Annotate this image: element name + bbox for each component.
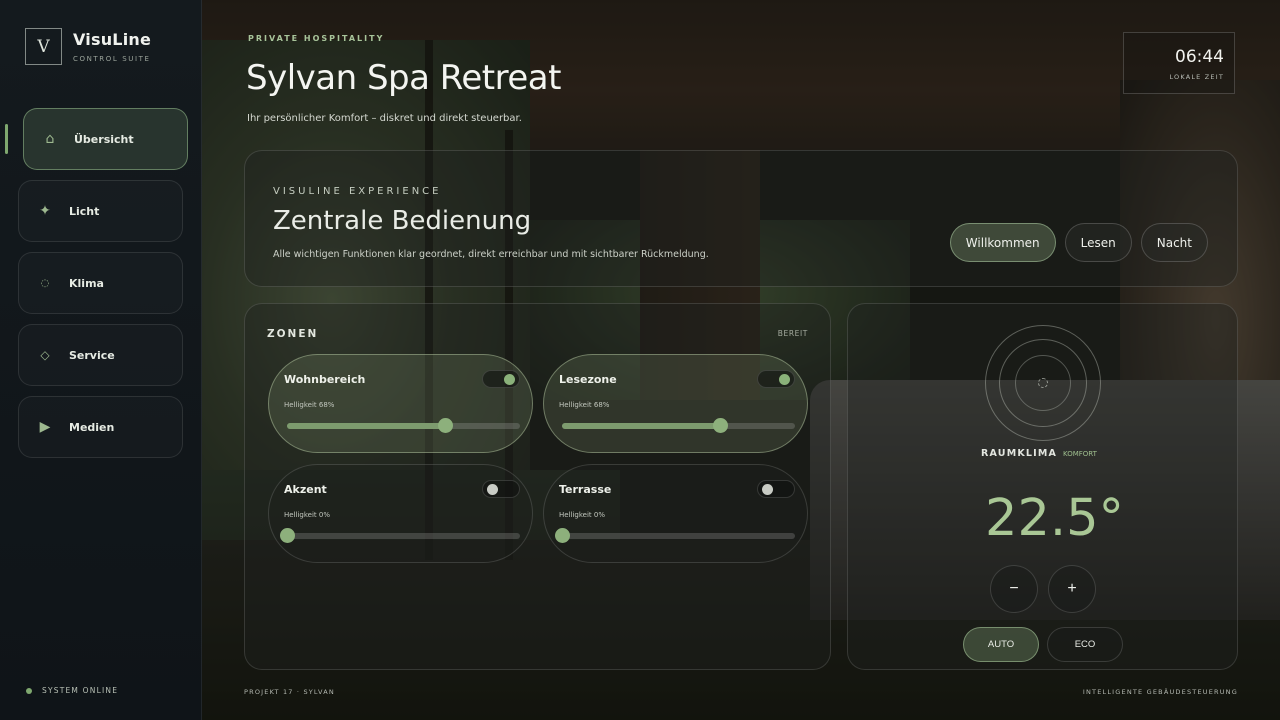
zone-card-terrasse: Terrasse Helligkeit 0% [543,464,808,563]
sidebar-item-label: Service [69,348,115,362]
dial-center-icon [1038,378,1048,388]
slider-thumb[interactable] [555,528,570,543]
slider-thumb[interactable] [438,418,454,433]
status-dot-icon [26,687,32,694]
page-subtitle: Ihr persönlicher Komfort – diskret und d… [247,113,522,124]
scene-nacht-button[interactable]: Nacht [1140,223,1208,262]
zone-card-lesezone: Lesezone Helligkeit 68% [543,354,808,453]
zone-toggle[interactable] [482,370,520,388]
sidebar-item-uebersicht[interactable]: ⌂ Übersicht [23,108,188,170]
sidebar-item-klima[interactable]: ◌ Klima [18,252,183,314]
climate-temperature: 22.5° [985,489,1125,548]
zone-name: Wohnbereich [284,373,366,386]
zone-name: Lesezone [559,373,617,386]
header-eyebrow: PRIVATE HOSPITALITY [248,34,385,43]
sidebar-item-medien[interactable]: ▶ Medien [18,396,183,458]
experience-eyebrow: VISULINE EXPERIENCE [273,186,442,197]
system-status: SYSTEM ONLINE [26,686,118,695]
sidebar-item-licht[interactable]: ✦ Licht [18,180,183,242]
zone-name: Terrasse [559,483,612,496]
home-icon: ⌂ [45,131,55,147]
brand-title: VisuLine [73,30,152,49]
zone-brightness-slider[interactable] [555,528,795,543]
temperature-decrease-button[interactable]: − [990,565,1038,613]
zone-name: Akzent [284,483,327,496]
experience-panel: VISULINE EXPERIENCE Zentrale Bedienung A… [244,150,1238,287]
climate-label: RAUMKLIMA [981,448,1058,459]
play-icon: ▶ [39,419,51,435]
zones-status: BEREIT [777,329,808,338]
sidebar-item-label: Licht [69,204,100,218]
mode-eco-button[interactable]: ECO [1047,627,1123,662]
zone-brightness-label: Helligkeit 0% [284,511,330,519]
zone-brightness-label: Helligkeit 68% [559,401,610,409]
sidebar-item-label: Klima [69,276,104,290]
zone-brightness-slider[interactable] [287,418,520,433]
zone-toggle[interactable] [757,480,795,498]
sidebar-item-label: Übersicht [74,132,134,146]
page-title: Sylvan Spa Retreat [246,58,561,98]
zone-card-wohnbereich: Wohnbereich Helligkeit 68% [268,354,533,453]
logo: V VisuLine CONTROL SUITE [25,28,151,65]
zones-title: ZONEN [267,328,319,340]
clock-time: 06:44 [1175,47,1224,67]
temperature-increase-button[interactable]: + [1048,565,1096,613]
sidebar-item-label: Medien [69,420,115,434]
experience-description: Alle wichtigen Funktionen klar geordnet,… [273,249,709,260]
sidebar: V VisuLine CONTROL SUITE ⌂ Übersicht ✦ L… [0,0,202,720]
system-status-text: SYSTEM ONLINE [42,686,119,695]
scene-lesen-button[interactable]: Lesen [1064,223,1132,262]
diamond-icon: ◇ [40,348,50,362]
climate-dial[interactable] [985,325,1101,441]
sidebar-nav: ⌂ Übersicht ✦ Licht ◌ Klima ◇ Service ▶ … [18,108,188,468]
zone-card-akzent: Akzent Helligkeit 0% [268,464,533,563]
climate-panel: RAUMKLIMA KOMFORT 22.5° − + AUTO ECO [847,303,1238,670]
circle-icon: ◌ [40,277,50,289]
zone-toggle[interactable] [482,480,520,498]
logo-mark: V [25,28,62,65]
zone-brightness-label: Helligkeit 68% [284,401,335,409]
brand-subtitle: CONTROL SUITE [73,55,151,63]
footer-tagline: INTELLIGENTE GEBÄUDESTEUERUNG [1082,688,1238,696]
zones-panel: ZONEN BEREIT Wohnbereich Helligkeit 68% … [244,303,831,670]
nav-active-indicator [5,124,8,154]
clock-label: LOKALE ZEIT [1169,73,1224,81]
experience-title: Zentrale Bedienung [273,206,532,236]
sparkle-icon: ✦ [39,203,51,219]
clock-widget: 06:44 LOKALE ZEIT [1123,32,1235,94]
slider-thumb[interactable] [280,528,295,543]
zone-brightness-label: Helligkeit 0% [559,511,605,519]
slider-thumb[interactable] [713,418,729,433]
zone-brightness-slider[interactable] [562,418,795,433]
climate-mode-label: KOMFORT [1063,450,1097,458]
scene-willkommen-button[interactable]: Willkommen [949,223,1056,262]
zone-brightness-slider[interactable] [280,528,520,543]
zone-toggle[interactable] [757,370,795,388]
mode-auto-button[interactable]: AUTO [963,627,1039,662]
footer-project: PROJEKT 17 · SYLVAN [244,688,335,696]
scene-buttons: Willkommen Lesen Nacht [941,223,1208,262]
sidebar-item-service[interactable]: ◇ Service [18,324,183,386]
